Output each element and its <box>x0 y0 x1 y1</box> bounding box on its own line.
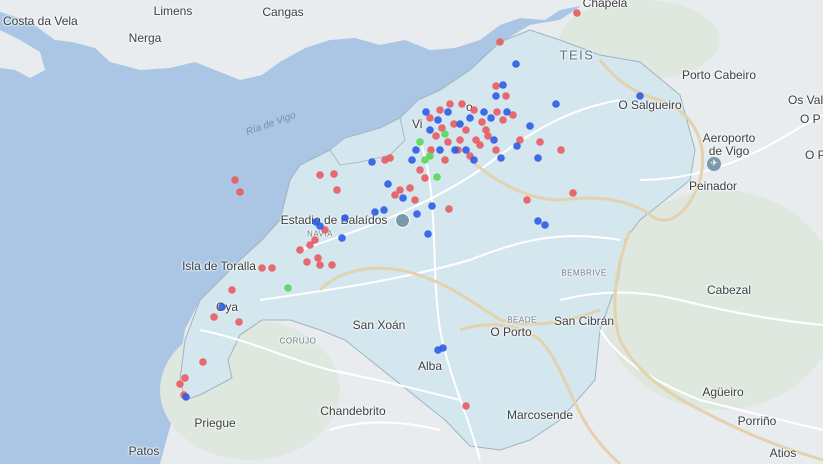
map-marker-blue[interactable] <box>380 206 388 214</box>
map-marker-red[interactable] <box>228 286 236 294</box>
map-marker-red[interactable] <box>478 118 486 126</box>
map-marker-red[interactable] <box>210 313 218 321</box>
map-marker-red[interactable] <box>492 82 500 90</box>
map-marker-red[interactable] <box>268 264 276 272</box>
map-marker-blue[interactable] <box>434 346 442 354</box>
map-marker-green[interactable] <box>421 156 429 164</box>
map-marker-blue[interactable] <box>480 108 488 116</box>
map-marker-green[interactable] <box>416 138 424 146</box>
map-marker-blue[interactable] <box>368 158 376 166</box>
map-marker-blue[interactable] <box>413 210 421 218</box>
map-marker-red[interactable] <box>314 254 322 262</box>
map-marker-blue[interactable] <box>426 126 434 134</box>
map-marker-blue[interactable] <box>490 136 498 144</box>
map-marker-blue[interactable] <box>513 142 521 150</box>
map-marker-blue[interactable] <box>371 208 379 216</box>
map-marker-red[interactable] <box>416 166 424 174</box>
map-marker-blue[interactable] <box>552 100 560 108</box>
map-marker-red[interactable] <box>445 205 453 213</box>
map-marker-blue[interactable] <box>399 194 407 202</box>
map-marker-blue[interactable] <box>503 108 511 116</box>
map-marker-blue[interactable] <box>338 234 346 242</box>
map-marker-green[interactable] <box>441 130 449 138</box>
map-marker-red[interactable] <box>296 246 304 254</box>
map-marker-red[interactable] <box>258 264 266 272</box>
map-marker-red[interactable] <box>303 258 311 266</box>
map-marker-red[interactable] <box>462 402 470 410</box>
map-marker-blue[interactable] <box>428 202 436 210</box>
map-marker-red[interactable] <box>311 236 319 244</box>
map-marker-blue[interactable] <box>182 393 190 401</box>
map-marker-blue[interactable] <box>487 114 495 122</box>
map-marker-blue[interactable] <box>316 222 324 230</box>
map-marker-blue[interactable] <box>497 154 505 162</box>
map-marker-red[interactable] <box>391 191 399 199</box>
map-marker-green[interactable] <box>284 284 292 292</box>
map-marker-blue[interactable] <box>492 92 500 100</box>
map-marker-red[interactable] <box>446 100 454 108</box>
map-marker-blue[interactable] <box>512 60 520 68</box>
map-marker-blue[interactable] <box>534 154 542 162</box>
map-marker-blue[interactable] <box>456 120 464 128</box>
map-marker-green[interactable] <box>433 173 441 181</box>
map-marker-red[interactable] <box>328 261 336 269</box>
map-marker-red[interactable] <box>432 132 440 140</box>
map-marker-blue[interactable] <box>408 156 416 164</box>
map-marker-red[interactable] <box>330 170 338 178</box>
map-marker-red[interactable] <box>462 126 470 134</box>
map-marker-red[interactable] <box>411 196 419 204</box>
map-marker-red[interactable] <box>493 108 501 116</box>
map-marker-red[interactable] <box>235 318 243 326</box>
map-marker-red[interactable] <box>176 380 184 388</box>
map-marker-blue[interactable] <box>341 214 349 222</box>
map-marker-blue[interactable] <box>526 122 534 130</box>
map-marker-red[interactable] <box>421 174 429 182</box>
map-marker-blue[interactable] <box>384 180 392 188</box>
map-marker-red[interactable] <box>492 146 500 154</box>
map-marker-red[interactable] <box>236 188 244 196</box>
map-marker-red[interactable] <box>470 106 478 114</box>
map-marker-red[interactable] <box>231 176 239 184</box>
map-marker-blue[interactable] <box>436 146 444 154</box>
map-marker-red[interactable] <box>316 171 324 179</box>
map-marker-red[interactable] <box>333 186 341 194</box>
map-marker-blue[interactable] <box>422 108 430 116</box>
map-marker-blue[interactable] <box>218 303 226 311</box>
map-marker-blue[interactable] <box>444 108 452 116</box>
map-marker-red[interactable] <box>458 100 466 108</box>
map-view[interactable]: Costa da Vela Limens Cangas Nerga Chapel… <box>0 0 823 464</box>
map-marker-red[interactable] <box>472 136 480 144</box>
map-marker-red[interactable] <box>496 38 504 46</box>
map-marker-blue[interactable] <box>434 116 442 124</box>
map-marker-blue[interactable] <box>412 146 420 154</box>
map-marker-blue[interactable] <box>636 92 644 100</box>
map-marker-blue[interactable] <box>470 156 478 164</box>
map-marker-red[interactable] <box>499 116 507 124</box>
marker-layer[interactable] <box>0 0 823 464</box>
map-marker-blue[interactable] <box>462 146 470 154</box>
map-marker-blue[interactable] <box>451 146 459 154</box>
map-marker-blue[interactable] <box>466 114 474 122</box>
map-marker-blue[interactable] <box>534 217 542 225</box>
map-marker-red[interactable] <box>181 374 189 382</box>
map-marker-red[interactable] <box>436 106 444 114</box>
map-marker-red[interactable] <box>386 154 394 162</box>
map-marker-red[interactable] <box>502 92 510 100</box>
map-marker-red[interactable] <box>199 358 207 366</box>
map-marker-red[interactable] <box>456 136 464 144</box>
map-marker-red[interactable] <box>441 156 449 164</box>
map-marker-red[interactable] <box>316 261 324 269</box>
map-marker-red[interactable] <box>573 9 581 17</box>
map-marker-blue[interactable] <box>499 81 507 89</box>
map-marker-red[interactable] <box>523 196 531 204</box>
map-marker-red[interactable] <box>536 138 544 146</box>
map-marker-red[interactable] <box>444 138 452 146</box>
map-marker-blue[interactable] <box>424 230 432 238</box>
map-marker-red[interactable] <box>557 146 565 154</box>
map-marker-red[interactable] <box>569 189 577 197</box>
map-marker-red[interactable] <box>406 184 414 192</box>
map-marker-blue[interactable] <box>541 221 549 229</box>
